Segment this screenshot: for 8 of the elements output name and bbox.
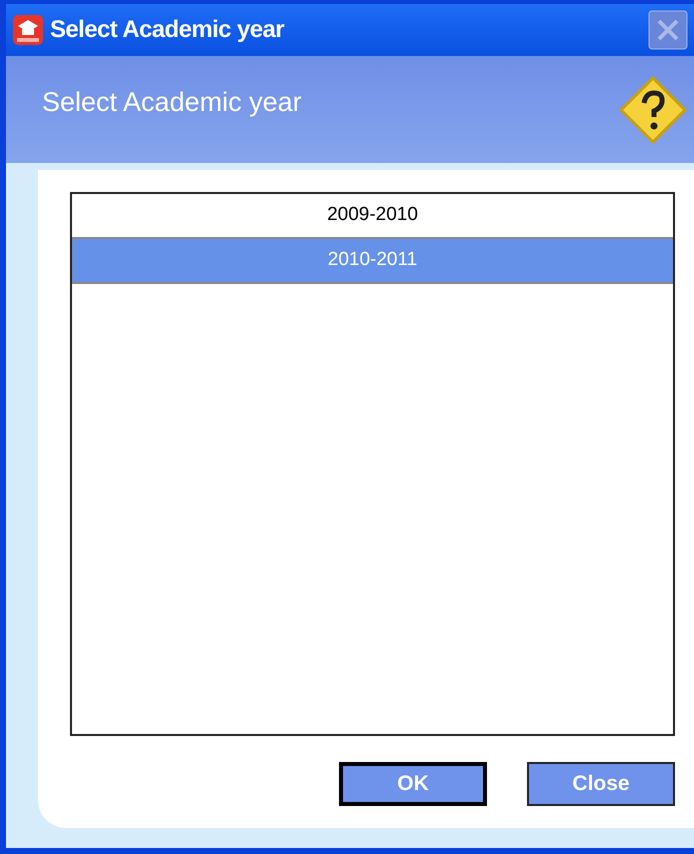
- dialog-button[interactable]: OK: [339, 762, 487, 806]
- help-icon: [618, 74, 688, 144]
- dialog-button[interactable]: Close: [527, 762, 675, 806]
- window-title: Select Academic year: [50, 15, 284, 45]
- close-icon[interactable]: [648, 10, 688, 50]
- app-icon: [12, 14, 44, 46]
- list-item[interactable]: 2010-2011: [72, 239, 673, 284]
- header-title: Select Academic year: [42, 86, 302, 120]
